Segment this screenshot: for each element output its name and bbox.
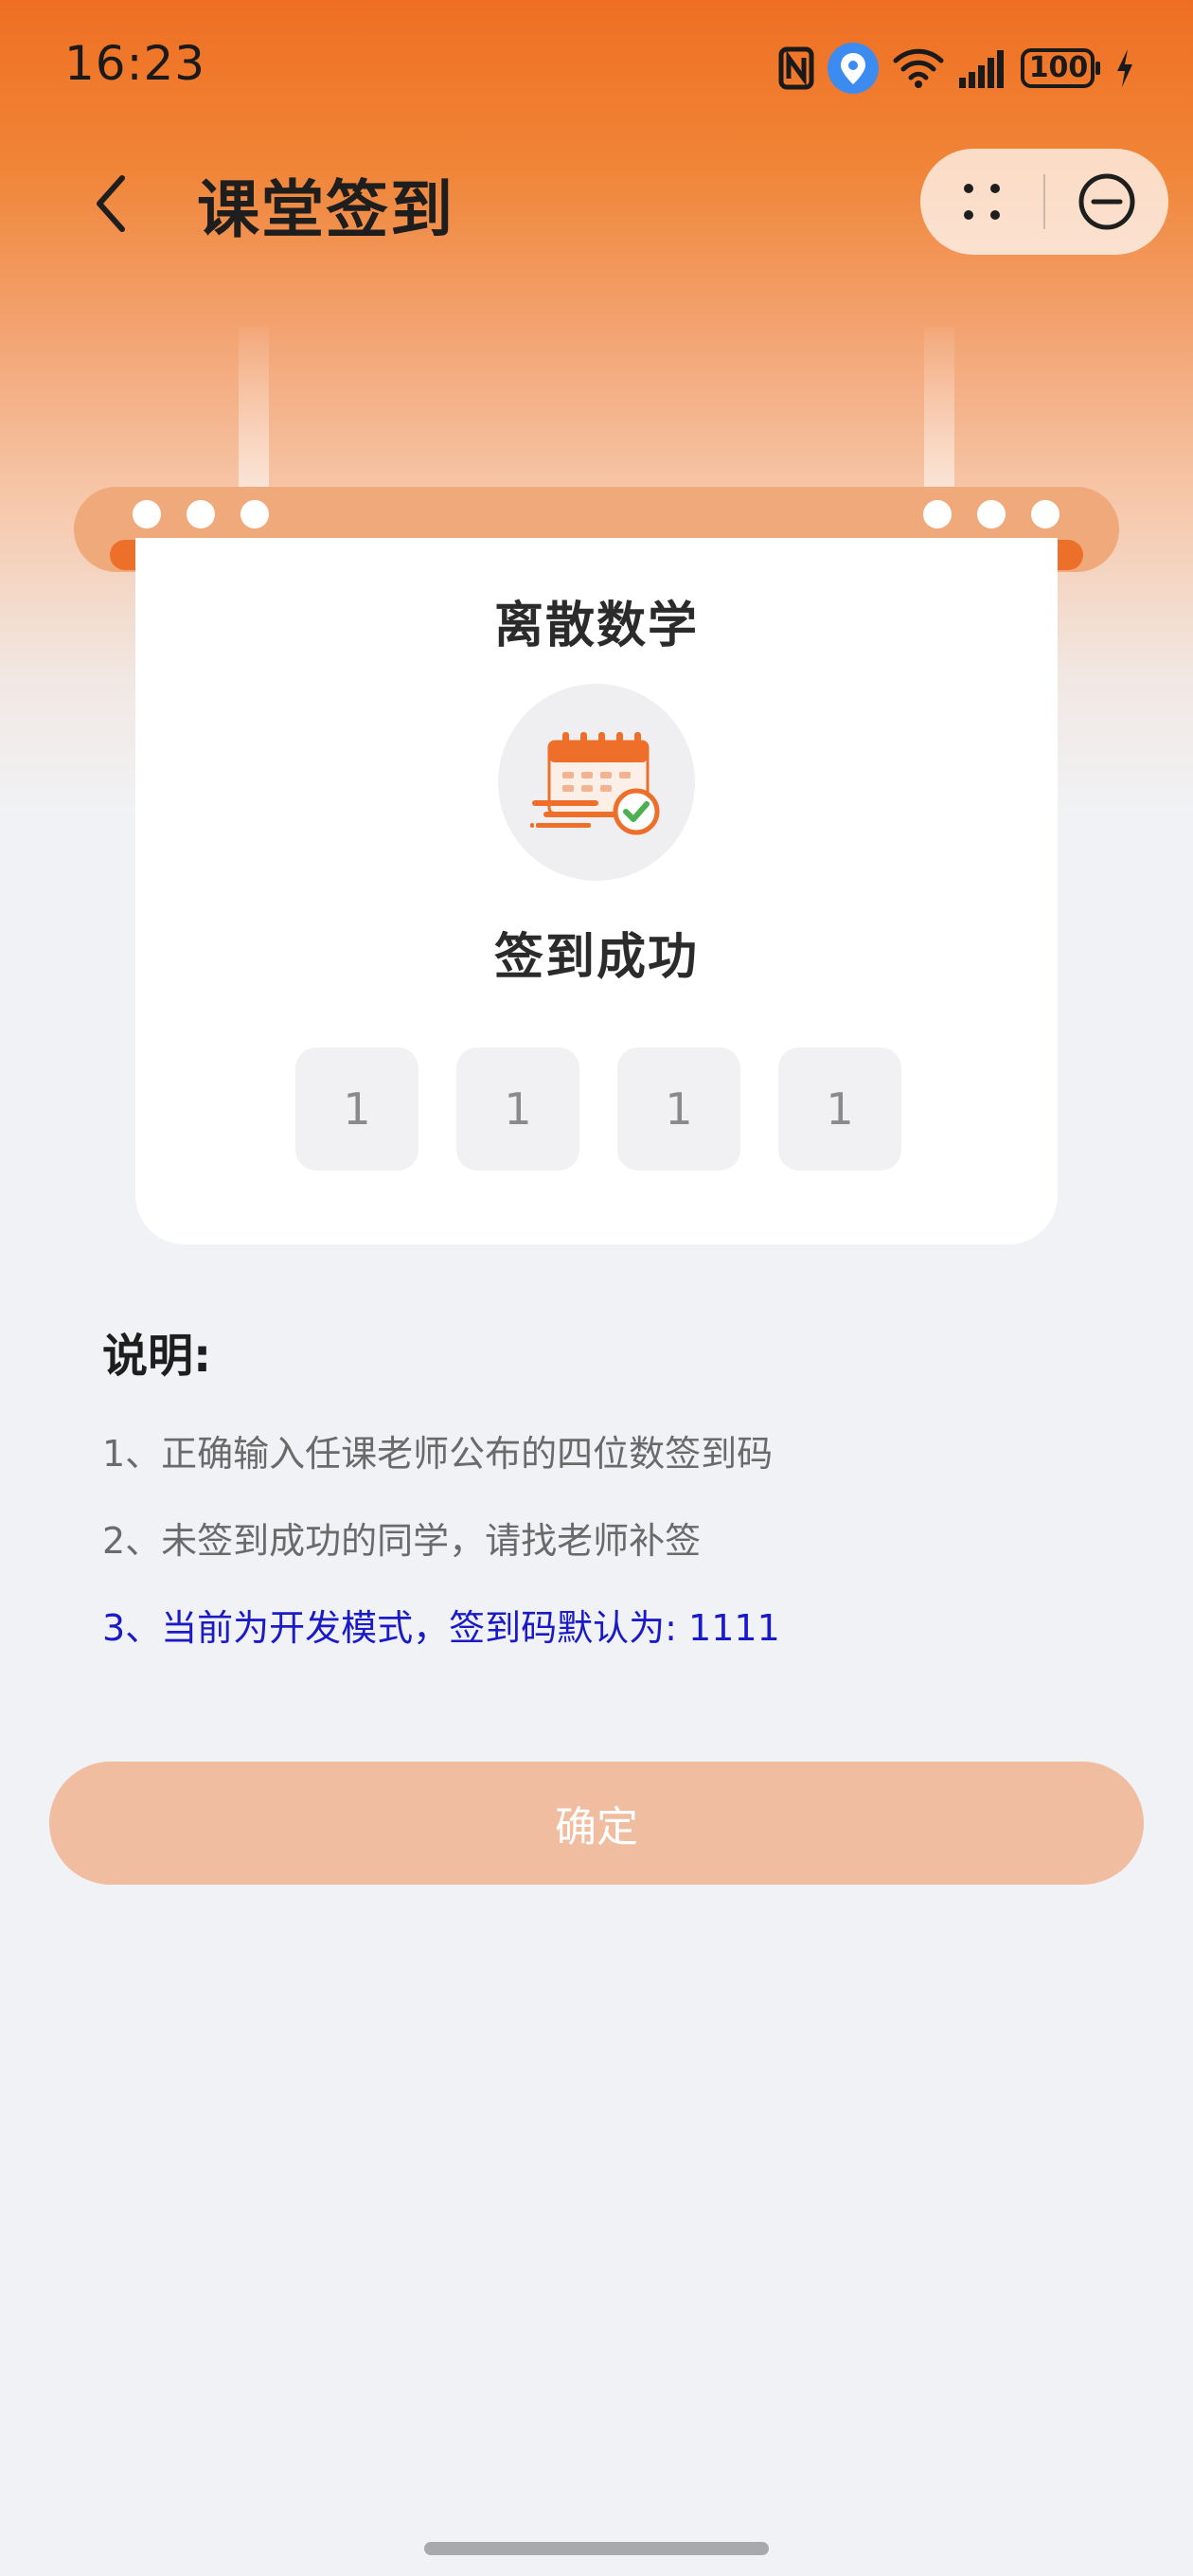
instruction-item: 2、未签到成功的同学，请找老师补签 bbox=[102, 1520, 702, 1562]
checkin-illustration bbox=[498, 684, 695, 881]
instruction-item-dev-mode: 3、当前为开发模式，签到码默认为: 1111 bbox=[102, 1607, 780, 1649]
code-digit-box[interactable]: 1 bbox=[456, 1047, 579, 1171]
checkin-result-text: 签到成功 bbox=[493, 929, 699, 986]
checkin-page: 16:23 100 课堂签到 离散数学 签到成功 1 1 1 1 说明: 1、正… bbox=[0, 0, 1193, 2576]
confirm-button[interactable]: 确定 bbox=[49, 1762, 1144, 1885]
code-digit-box[interactable]: 1 bbox=[778, 1047, 901, 1171]
instructions-title: 说明: bbox=[102, 1330, 212, 1383]
minimize-circle-icon bbox=[1078, 173, 1135, 230]
battery-icon: 100 bbox=[1021, 47, 1102, 89]
status-icons: 100 bbox=[778, 42, 1134, 95]
code-digit-box[interactable]: 1 bbox=[617, 1047, 740, 1171]
rail-hole bbox=[977, 500, 1006, 528]
calendar-check-icon bbox=[530, 732, 660, 835]
instruction-item: 1、正确输入任课老师公布的四位数签到码 bbox=[102, 1433, 774, 1475]
battery-level: 100 bbox=[1028, 51, 1089, 84]
charging-icon bbox=[1115, 47, 1134, 89]
nfc-icon bbox=[778, 46, 814, 90]
rail-hole bbox=[187, 500, 215, 528]
course-name: 离散数学 bbox=[493, 598, 699, 654]
miniapp-capsule bbox=[920, 149, 1168, 255]
chevron-left-icon bbox=[97, 175, 125, 232]
wifi-icon bbox=[892, 47, 945, 89]
minimize-button[interactable] bbox=[1045, 149, 1168, 255]
rail-hole bbox=[1031, 500, 1059, 528]
status-bar: 16:23 100 bbox=[0, 0, 1193, 133]
location-icon bbox=[828, 43, 879, 94]
more-dots-icon bbox=[964, 184, 1000, 220]
rail-hole bbox=[133, 500, 161, 528]
rail-hole bbox=[240, 500, 269, 528]
code-digit-box[interactable]: 1 bbox=[295, 1047, 418, 1171]
checkin-code-input[interactable]: 1 1 1 1 bbox=[295, 1047, 901, 1171]
hanging-rope-left bbox=[239, 327, 269, 492]
status-time: 16:23 bbox=[64, 36, 206, 91]
rail-hole bbox=[923, 500, 952, 528]
page-title: 课堂签到 bbox=[197, 173, 454, 246]
home-indicator[interactable] bbox=[424, 2542, 769, 2555]
signal-icon bbox=[958, 47, 1007, 89]
hanging-rope-right bbox=[924, 327, 954, 492]
more-button[interactable] bbox=[920, 149, 1043, 255]
checkin-card: 离散数学 签到成功 1 1 1 1 bbox=[135, 538, 1058, 1244]
back-button[interactable] bbox=[68, 161, 153, 246]
